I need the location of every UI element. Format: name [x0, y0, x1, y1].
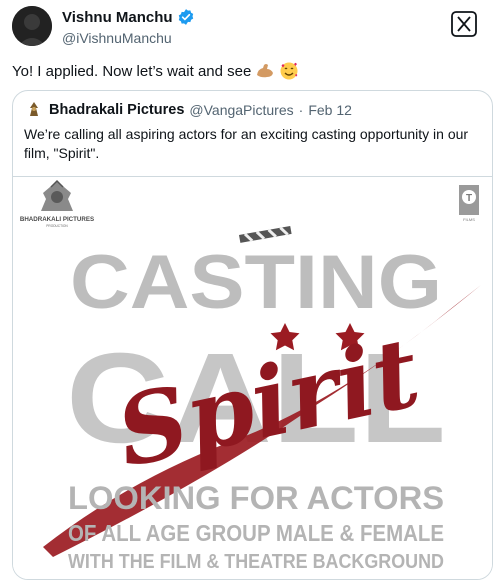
svg-text:T: T — [466, 193, 472, 204]
author-name-row: Vishnu Manchu — [62, 8, 195, 26]
t-series-logo-icon: T — [459, 185, 479, 215]
quote-separator: · — [298, 102, 304, 118]
x-logo-icon[interactable] — [451, 11, 477, 37]
author-display-name[interactable]: Vishnu Manchu — [62, 9, 173, 26]
bhadrakali-logo-icon — [24, 100, 44, 120]
quote-date[interactable]: Feb 12 — [308, 102, 352, 118]
quote-header: Bhadrakali Pictures @VangaPictures · Feb… — [24, 100, 352, 120]
poster-line-2: OF ALL AGE GROUP MALE & FEMALE — [68, 520, 444, 546]
tseries-label: FILMS — [463, 217, 475, 222]
studio-name: BHADRAKALI PICTURES — [20, 216, 94, 223]
tweet-text: Yo! I applied. Now let’s wait and see — [12, 61, 299, 81]
flexed-biceps-emoji — [257, 64, 274, 78]
author-handle[interactable]: @iVishnuManchu — [62, 30, 172, 46]
casting-poster-image[interactable]: BHADRAKALI PICTURES PRODUCTION T FILMS C… — [13, 176, 492, 579]
quote-display-name[interactable]: Bhadrakali Pictures — [49, 102, 184, 118]
studio-subtitle: PRODUCTION — [46, 224, 68, 228]
avatar[interactable] — [12, 6, 52, 46]
verified-badge-icon — [178, 9, 193, 25]
quote-text: We’re calling all aspiring actors for an… — [24, 126, 469, 161]
smiling-hearts-emoji — [280, 62, 298, 80]
tweet-body: Yo! I applied. Now let’s wait and see — [12, 62, 252, 80]
bhadrakali-logo-icon — [41, 179, 73, 211]
quoted-tweet[interactable]: Bhadrakali Pictures @VangaPictures · Feb… — [12, 90, 493, 580]
poster-line-1: LOOKING FOR ACTORS — [68, 480, 444, 516]
quote-handle[interactable]: @VangaPictures — [189, 102, 293, 118]
poster-line-3: WITH THE FILM & THEATRE BACKGROUND — [68, 551, 444, 573]
casting-headline: CASTING — [70, 240, 442, 325]
